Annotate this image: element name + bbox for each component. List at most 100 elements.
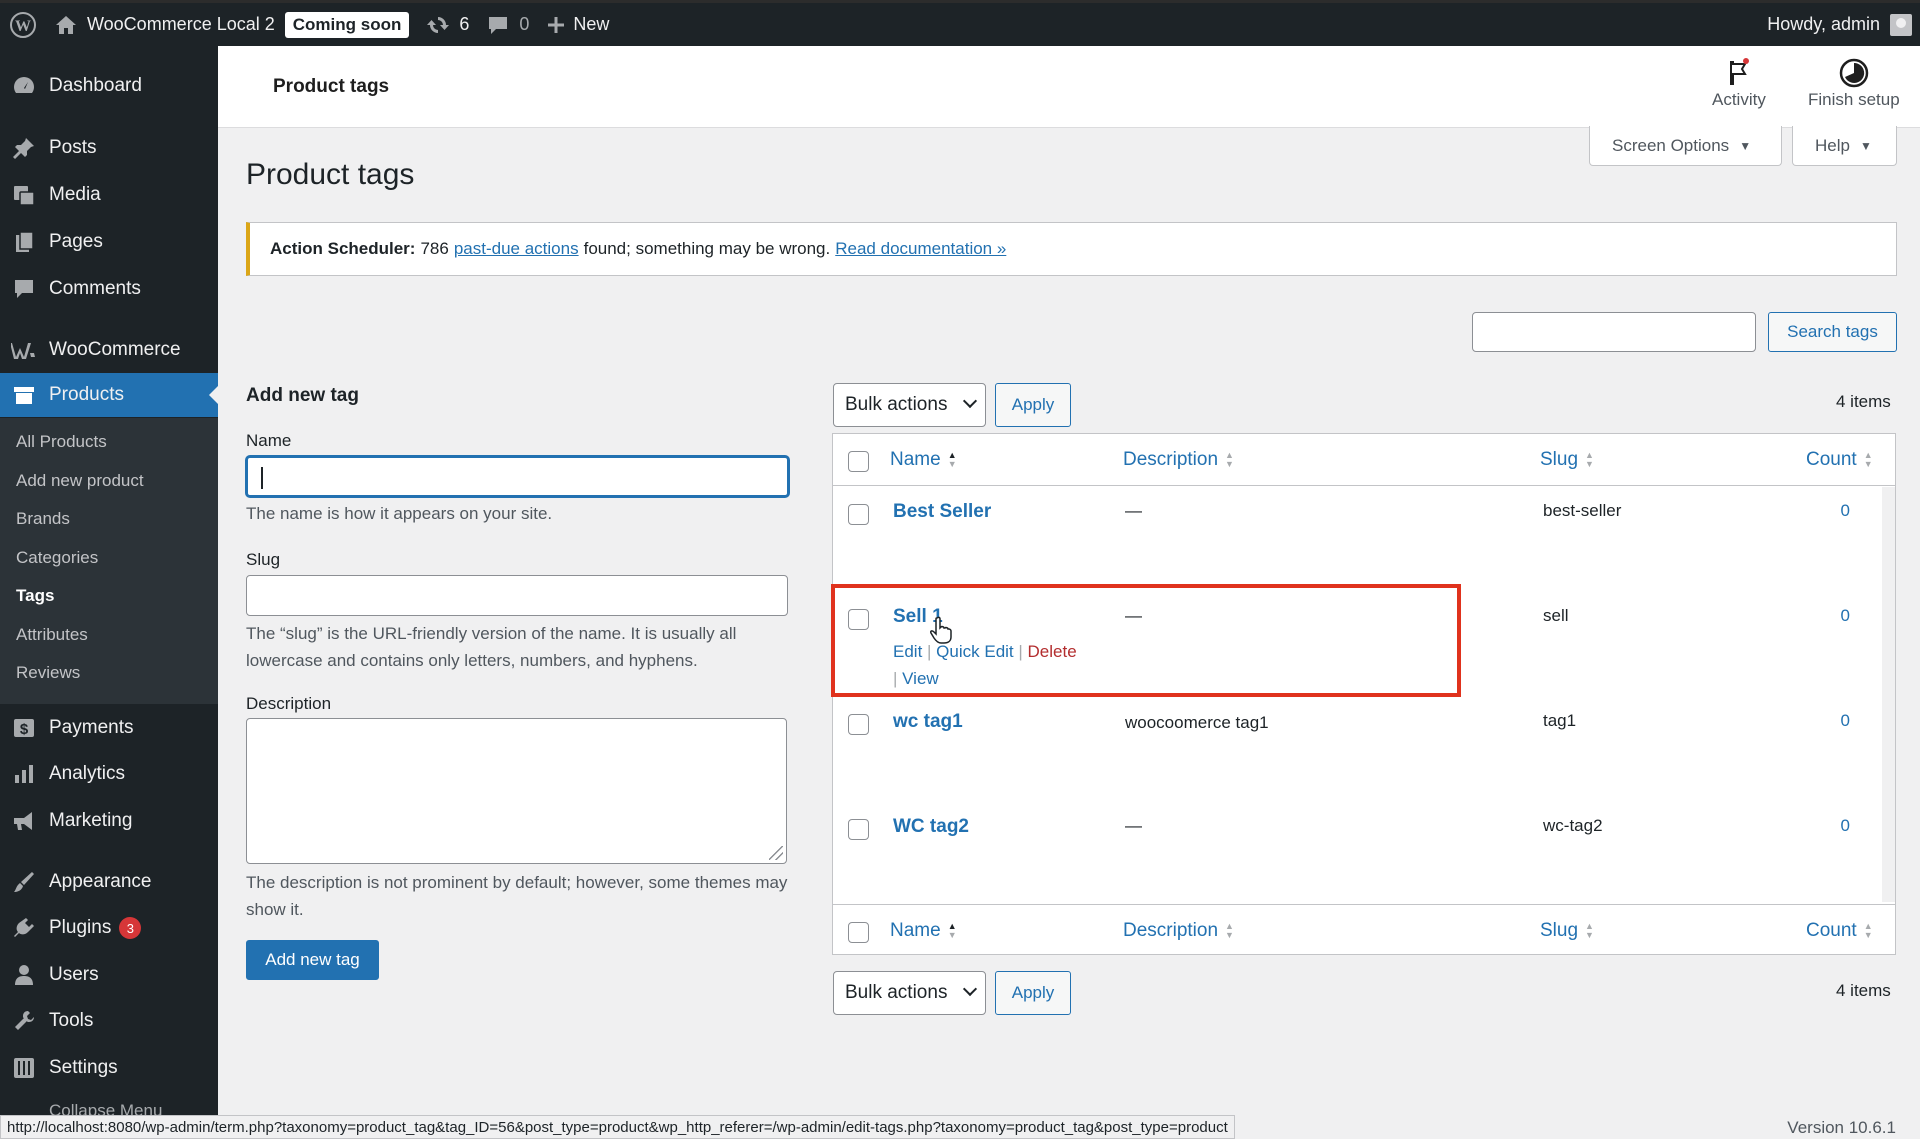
tag-count-link[interactable]: 0 (1841, 711, 1850, 731)
tag-slug: tag1 (1543, 711, 1577, 730)
progress-circle-icon (1839, 58, 1869, 88)
read-documentation-link[interactable]: Read documentation » (835, 239, 1006, 259)
column-count-label: Count (1806, 920, 1857, 941)
analytics-icon (11, 761, 37, 787)
sort-icon: ▲ ▼ (1225, 921, 1234, 940)
pin-icon (11, 135, 37, 161)
sidebar-item-media[interactable]: Media (0, 173, 218, 217)
finish-setup-button[interactable]: Finish setup (1808, 58, 1900, 110)
tag-count-link[interactable]: 0 (1841, 606, 1850, 626)
account-menu[interactable]: Howdy, admin (1767, 13, 1920, 36)
tag-description-textarea[interactable] (246, 718, 787, 864)
sidebar-item-pages[interactable]: Pages (0, 220, 218, 264)
sidebar-item-plugins[interactable]: Plugins 3 (0, 906, 218, 950)
column-header-description[interactable]: Description ▲ ▼ (1123, 449, 1234, 471)
apply-button-top[interactable]: Apply (995, 383, 1071, 427)
sidebar-item-settings[interactable]: Settings (0, 1046, 218, 1090)
wp-version: Version 10.6.1 (1787, 1118, 1896, 1137)
payments-icon: $ (11, 715, 37, 741)
apply-button-bottom[interactable]: Apply (995, 971, 1071, 1015)
woocommerce-header: Product tags Activity Finish setup (218, 46, 1920, 128)
column-header-slug[interactable]: Slug ▲ ▼ (1540, 449, 1594, 471)
table-header-row: Name ▲ ▼ Description ▲ ▼ Slug ▲ ▼ Count ▲ ▼ (833, 434, 1895, 486)
sidebar-item-users[interactable]: Users (0, 953, 218, 997)
tag-slug-input[interactable] (246, 575, 788, 616)
items-count-bottom: 4 items (1836, 981, 1891, 1000)
coming-soon-badge[interactable]: Coming soon (284, 11, 410, 38)
row-checkbox[interactable] (848, 714, 869, 735)
sidebar-item-posts[interactable]: Posts (0, 126, 218, 170)
sidebar-item-comments[interactable]: Comments (0, 267, 218, 311)
action-scheduler-notice: Action Scheduler: 786 past-due actions f… (246, 222, 1897, 276)
tag-name-link[interactable]: WC tag2 (893, 816, 969, 838)
tag-name-link[interactable]: Best Seller (893, 501, 991, 523)
sidebar-item-products[interactable]: Products (0, 373, 218, 417)
column-description-label: Description (1123, 920, 1219, 941)
new-content-link[interactable]: New (538, 2, 618, 48)
select-all-checkbox[interactable] (848, 451, 869, 472)
activity-button[interactable]: Activity (1712, 58, 1766, 110)
notice-count: 786 (420, 239, 449, 258)
updates-link[interactable]: 6 (418, 2, 478, 48)
past-due-actions-link[interactable]: past-due actions (454, 239, 579, 259)
submenu-all-products[interactable]: All Products (16, 432, 107, 452)
caret-down-icon: ▼ (1859, 138, 1872, 153)
select-all-checkbox-bottom[interactable] (848, 922, 869, 943)
tag-count-link[interactable]: 0 (1841, 501, 1850, 521)
sidebar-item-woocommerce[interactable]: WooCommerce (0, 328, 218, 372)
sidebar-item-label: Media (49, 184, 101, 205)
sidebar-item-label: Pages (49, 231, 103, 252)
help-button[interactable]: Help ▼ (1792, 126, 1897, 166)
tag-count-link[interactable]: 0 (1841, 816, 1850, 836)
sidebar-item-dashboard[interactable]: Dashboard (0, 64, 218, 108)
howdy-text: Howdy, admin (1767, 14, 1880, 34)
bulk-actions-select-bottom[interactable]: Bulk actions (833, 971, 986, 1015)
row-checkbox[interactable] (848, 504, 869, 525)
add-new-tag-button[interactable]: Add new tag (246, 940, 379, 980)
tag-name-link[interactable]: wc tag1 (893, 711, 963, 733)
sidebar-item-marketing[interactable]: Marketing (0, 799, 218, 843)
sort-icon: ▲ ▼ (1225, 450, 1234, 469)
column-footer-slug[interactable]: Slug ▲ ▼ (1540, 920, 1594, 942)
site-name: WooCommerce Local 2 (87, 14, 275, 34)
bulk-actions-select-top[interactable]: Bulk actions (833, 383, 986, 427)
submenu-add-new-product[interactable]: Add new product (16, 471, 144, 491)
column-footer-count[interactable]: Count ▲ ▼ (1806, 920, 1873, 942)
column-footer-description[interactable]: Description ▲ ▼ (1123, 920, 1234, 942)
submenu-reviews[interactable]: Reviews (16, 663, 80, 683)
table-row: wc tag1 woocoomerce tag1 tag1 0 (833, 697, 1895, 802)
column-name-label: Name (890, 449, 941, 470)
submenu-tags[interactable]: Tags (16, 586, 54, 606)
site-home-link[interactable]: WooCommerce Local 2 Coming soon (46, 2, 418, 48)
column-footer-name[interactable]: Name ▲ ▼ (890, 920, 957, 942)
table-row: Best Seller — best-seller 0 (833, 487, 1895, 592)
sidebar-item-tools[interactable]: Tools (0, 999, 218, 1043)
wordpress-logo-icon[interactable]: W (0, 2, 46, 48)
row-checkbox[interactable] (848, 819, 869, 840)
svg-text:W: W (15, 18, 31, 35)
comments-count: 0 (519, 14, 530, 34)
submenu-brands[interactable]: Brands (16, 509, 70, 529)
column-header-count[interactable]: Count ▲ ▼ (1806, 449, 1873, 471)
sidebar-item-payments[interactable]: $ Payments (0, 706, 218, 750)
tag-name-input[interactable] (246, 456, 789, 497)
sidebar-item-analytics[interactable]: Analytics (0, 752, 218, 796)
comments-link[interactable]: 0 (478, 2, 538, 48)
sidebar-item-label: Payments (49, 717, 134, 738)
caret-down-icon: ▼ (1739, 138, 1752, 153)
submenu-attributes[interactable]: Attributes (16, 625, 88, 645)
help-label: Help (1815, 135, 1850, 155)
sidebar-item-appearance[interactable]: Appearance (0, 860, 218, 904)
sort-icon: ▲ ▼ (1585, 450, 1594, 469)
settings-icon (11, 1055, 37, 1081)
column-header-name[interactable]: Name ▲ ▼ (890, 449, 957, 471)
search-tags-button[interactable]: Search tags (1768, 312, 1897, 352)
screen-options-button[interactable]: Screen Options ▼ (1589, 126, 1782, 166)
submenu-categories[interactable]: Categories (16, 548, 98, 568)
resize-handle-icon[interactable] (769, 846, 783, 860)
search-tags-input[interactable] (1472, 312, 1756, 352)
table-scrollbar[interactable] (1882, 487, 1895, 902)
sidebar-item-label: WooCommerce (49, 339, 181, 360)
tag-description: — (1125, 816, 1142, 835)
products-icon (11, 382, 37, 408)
